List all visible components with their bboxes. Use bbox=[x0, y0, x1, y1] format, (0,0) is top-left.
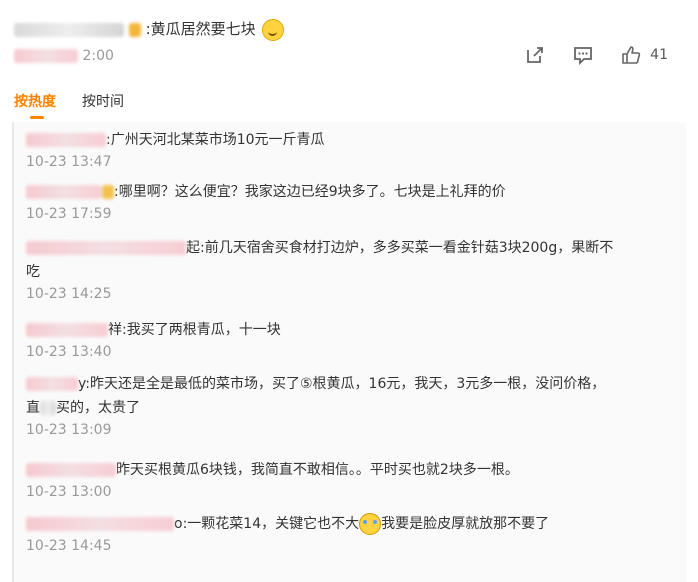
comment-time: 10-23 13:09 bbox=[26, 422, 112, 438]
comment-time: 10-23 13:40 bbox=[26, 344, 112, 360]
post-header: :黄瓜居然要七块 2:00 41 bbox=[14, 12, 698, 72]
like-button[interactable]: 41 bbox=[620, 44, 668, 66]
like-count: 41 bbox=[650, 47, 668, 63]
list-item: 起:前几天宿舍买食材打边炉，多多买菜一看金针菇3块200g，果断不 吃 10-2… bbox=[26, 236, 676, 304]
badge-icon bbox=[102, 185, 114, 199]
comment-time: 10-23 13:47 bbox=[26, 154, 112, 170]
tab-by-time[interactable]: 按时间 bbox=[82, 91, 124, 119]
post-actions: 41 bbox=[524, 44, 668, 66]
comment-text-cont: 买的，太贵了 bbox=[56, 400, 140, 416]
list-item: y:昨天还是全是最低的菜市场，买了⑤根黄瓜，16元，我天，3元多一根，没问价格，… bbox=[26, 372, 676, 440]
comment-text: :哪里啊？这么便宜？我家这边已经9块多了。七块是上礼拜的价 bbox=[114, 184, 506, 200]
comment-text-cont: 我要是脸皮厚就放那不要了 bbox=[381, 516, 550, 532]
blurred-username bbox=[26, 241, 186, 255]
blurred-username bbox=[26, 133, 106, 147]
share-icon[interactable] bbox=[524, 44, 546, 66]
laughing-crying-emoji-icon bbox=[359, 513, 382, 535]
post-text: :黄瓜居然要七块 bbox=[145, 20, 256, 38]
comment-time: 10-23 14:45 bbox=[26, 538, 112, 554]
blurred-username bbox=[26, 463, 116, 477]
blurred-username bbox=[26, 377, 78, 391]
comment-text: :广州天河北某菜市场10元一斤青瓜 bbox=[106, 132, 325, 148]
comment-time: 10-23 14:25 bbox=[26, 286, 112, 302]
post-line: :黄瓜居然要七块 bbox=[14, 18, 285, 41]
like-icon bbox=[622, 46, 641, 64]
blurred-username bbox=[14, 22, 124, 37]
comment-text: 昨天买根黄瓜6块钱，我简直不敢相信。。平时买也就2块多一根。 bbox=[116, 462, 519, 478]
comment-text-cont: 直 bbox=[26, 400, 40, 416]
badge-icon bbox=[128, 22, 141, 37]
comment-text: y:昨天还是全是最低的菜市场，买了⑤根黄瓜，16元，我天，3元多一根，没问价格， bbox=[78, 376, 606, 392]
post-time: 2:00 bbox=[82, 48, 114, 64]
blurred-text bbox=[40, 401, 56, 415]
comment-text: o:一颗花菜14，关键它也不大 bbox=[174, 516, 360, 532]
list-item: :哪里啊？这么便宜？我家这边已经9块多了。七块是上礼拜的价 10-23 17:5… bbox=[26, 180, 676, 224]
blurred-date bbox=[14, 49, 78, 63]
list-item: 昨天买根黄瓜6块钱，我简直不敢相信。。平时买也就2块多一根。 10-23 13:… bbox=[26, 458, 676, 502]
comment-text: 起:前几天宿舍买食材打边炉，多多买菜一看金针菇3块200g，果断不 bbox=[186, 240, 614, 256]
comment-text-cont: 吃 bbox=[26, 264, 40, 280]
emoji-icon bbox=[262, 18, 285, 41]
comment-icon[interactable] bbox=[572, 44, 594, 66]
tab-by-hot[interactable]: 按热度 bbox=[14, 91, 56, 119]
comment-list: :广州天河北某菜市场10元一斤青瓜 10-23 13:47 :哪里啊？这么便宜？… bbox=[12, 122, 686, 582]
sort-tabs: 按热度 按时间 bbox=[14, 91, 124, 119]
blurred-username bbox=[26, 185, 102, 199]
list-item: 祥:我买了两根青瓜，十一块 10-23 13:40 bbox=[26, 318, 676, 362]
comment-text: 祥:我买了两根青瓜，十一块 bbox=[108, 322, 281, 338]
comment-time: 10-23 13:00 bbox=[26, 484, 112, 500]
comment-time: 10-23 17:59 bbox=[26, 206, 112, 222]
list-item: :广州天河北某菜市场10元一斤青瓜 10-23 13:47 bbox=[26, 128, 676, 172]
blurred-username bbox=[26, 517, 174, 531]
blurred-username bbox=[26, 323, 108, 337]
post-time-line: 2:00 bbox=[14, 48, 114, 64]
list-item: o:一颗花菜14，关键它也不大 我要是脸皮厚就放那不要了 10-23 14:45 bbox=[26, 512, 676, 556]
